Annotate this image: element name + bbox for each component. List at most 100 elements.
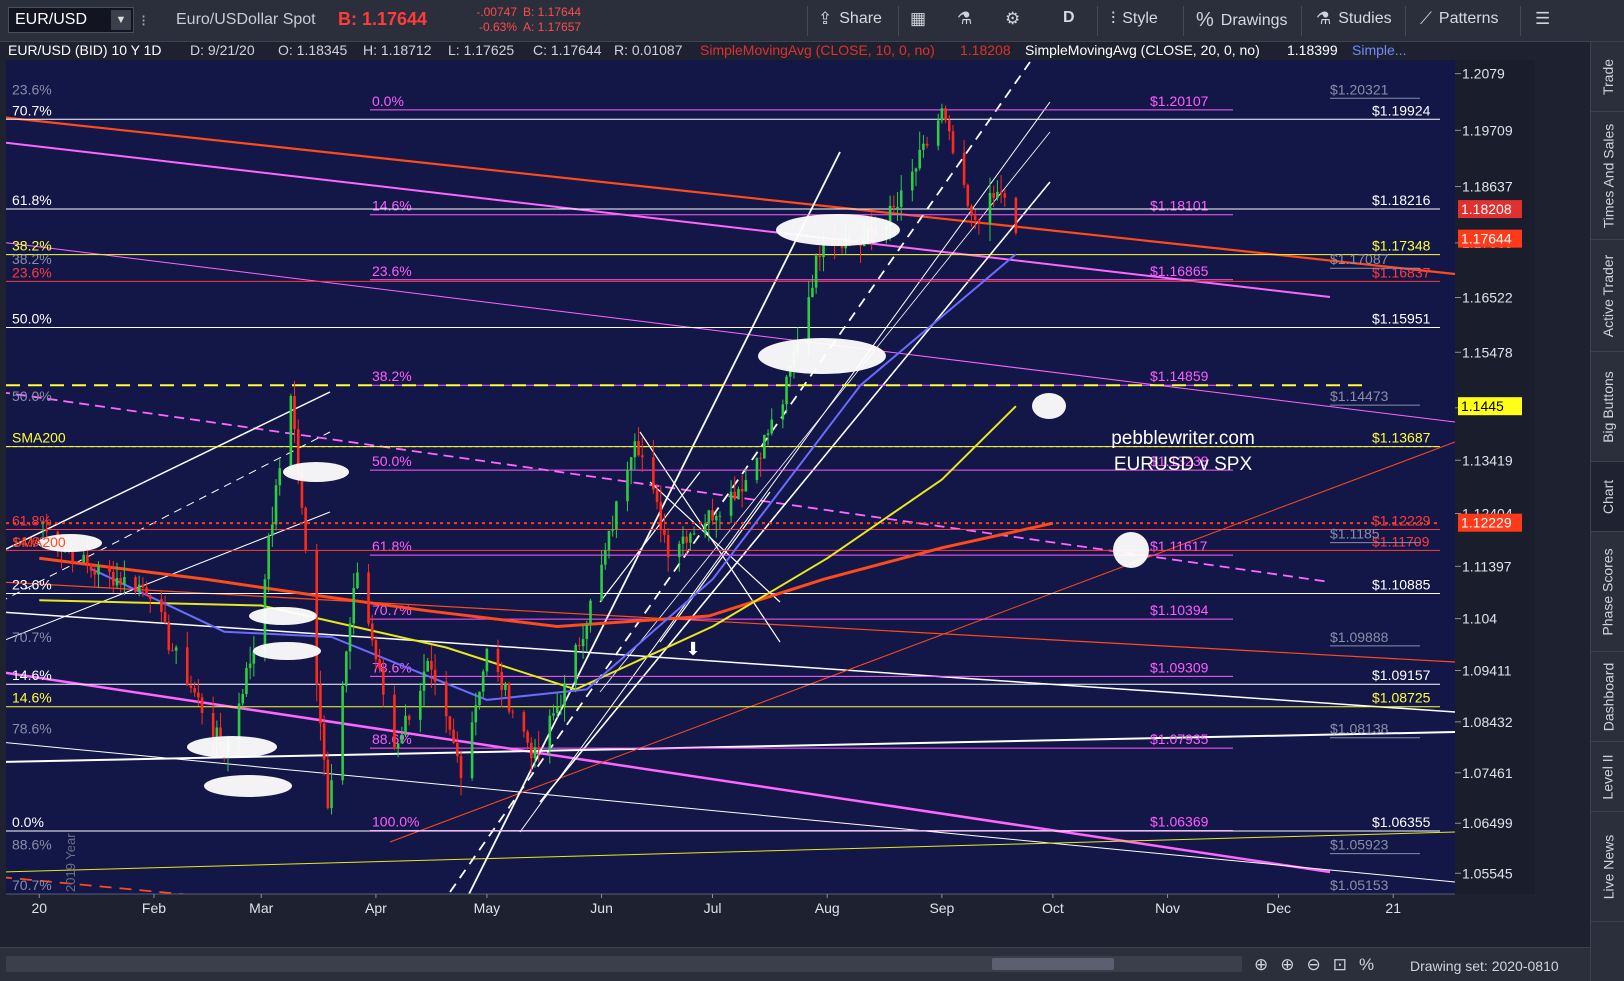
candle-body: [430, 660, 433, 670]
drawing-set-label: Drawing set: 2020-0810: [1410, 958, 1559, 974]
x-tick-label: Dec: [1266, 900, 1291, 916]
patterns-button[interactable]: ⟋ Patterns: [1420, 9, 1499, 29]
side-tab-label: Big Buttons: [1600, 370, 1617, 443]
side-tab-big-buttons[interactable]: Big Buttons: [1591, 352, 1624, 462]
candle-body: [474, 705, 478, 723]
side-tab-level-ii[interactable]: Level II: [1591, 742, 1624, 812]
divider: [1301, 6, 1302, 36]
fib-level-label: 14.6%: [372, 198, 412, 214]
candle-body: [666, 535, 670, 558]
link-icon[interactable]: ⁝: [141, 11, 146, 31]
candle-body: [807, 297, 811, 345]
symbol-selector[interactable]: EUR/USD ▼: [8, 7, 134, 33]
flask-button[interactable]: ⚗: [957, 9, 972, 29]
gray-level-price: $1.09888: [1330, 629, 1389, 645]
fib-level-price: $1.16865: [1150, 263, 1209, 279]
candle-body: [896, 206, 899, 208]
crosshair-icon[interactable]: ⊕: [1254, 955, 1268, 975]
y-tick-label: 1.15478: [1462, 344, 1513, 360]
side-tab-dashboard[interactable]: Dashboard: [1591, 652, 1624, 742]
candle-body: [89, 563, 93, 571]
candle-body: [278, 468, 282, 486]
candle-body: [655, 489, 659, 503]
price-chart[interactable]: EUR/USD (BID) 10 Y 1D D: 9/21/20 O: 1.1834…: [0, 42, 1590, 947]
horizontal-scrollbar[interactable]: [6, 956, 1242, 972]
candle-body: [345, 651, 348, 687]
gray-level-price: $1.14473: [1330, 388, 1389, 404]
gray-level-label: 88.6%: [12, 837, 52, 853]
candle-body: [563, 683, 566, 706]
header-field: EUR/USD (BID) 10 Y 1D: [8, 42, 162, 58]
candle-body: [977, 219, 981, 224]
chart-area[interactable]: EUR/USD (BID) 10 Y 1D D: 9/21/20 O: 1.1834…: [0, 42, 1590, 947]
scrollbar-thumb[interactable]: [992, 958, 1114, 970]
fib-level-price: $1.09309: [1150, 659, 1209, 675]
candle-body: [374, 640, 378, 660]
bid-small: B: 1.17644: [523, 5, 582, 19]
zoom-out-icon[interactable]: ⊖: [1307, 955, 1321, 975]
chevron-down-icon[interactable]: ▼: [111, 10, 131, 30]
zoom-controls: ⊕ ⊕ ⊖ ⊡ %: [1254, 955, 1374, 975]
side-tab-label: Live News: [1600, 834, 1616, 899]
candle-body: [703, 523, 707, 534]
candle-body: [459, 755, 463, 779]
candle-body: [988, 193, 992, 224]
candle-body: [1014, 197, 1018, 233]
candle-body: [319, 684, 322, 724]
header-field: R: 0.01087: [614, 42, 683, 58]
zoom-fit-icon[interactable]: ⊡: [1333, 955, 1347, 975]
drawings-label: Drawings: [1220, 11, 1288, 29]
x-tick-label: Jun: [590, 900, 613, 916]
candle-body: [211, 712, 215, 738]
side-tab-times-and-sales[interactable]: Times And Sales: [1591, 112, 1624, 240]
candle-body: [348, 623, 352, 652]
candle-body: [559, 705, 563, 708]
change-percent: -0.63%: [478, 20, 517, 34]
menu-button[interactable]: ☰: [1535, 9, 1550, 29]
side-tab-chart[interactable]: Chart: [1591, 462, 1624, 532]
candle-body: [999, 191, 1003, 194]
candle-body: [396, 743, 400, 749]
grid-button[interactable]: ▦: [910, 9, 926, 29]
side-tab-active-trader[interactable]: Active Trader: [1591, 240, 1624, 352]
candle-body: [718, 515, 722, 517]
style-button[interactable]: ⫶ Style: [1111, 9, 1158, 29]
side-tab-live-news[interactable]: Live News: [1591, 812, 1624, 922]
x-tick-label: Jul: [704, 900, 722, 916]
flask-icon: ⚗: [957, 9, 973, 28]
candle-body: [341, 686, 344, 781]
candle-body: [652, 457, 655, 490]
candle-body: [589, 600, 592, 625]
price-tag-label: 1.18208: [1461, 201, 1512, 217]
sma10-label: SimpleMovingAvg (CLOSE, 10, 0, no): [700, 42, 935, 58]
candle-body: [529, 742, 533, 759]
y-tick-label: 1.06499: [1462, 815, 1513, 831]
price-tag-label: 1.1445: [1461, 398, 1504, 414]
yellow-level-price: $1.13687: [1372, 430, 1431, 446]
fib-level-price: $1.14859: [1150, 368, 1209, 384]
percent-scale-icon[interactable]: %: [1359, 955, 1374, 975]
candle-body: [626, 469, 629, 502]
white-level-label: 70.7%: [12, 102, 52, 118]
patterns-icon: ⟋: [1420, 9, 1432, 28]
period-button[interactable]: D: [1063, 9, 1075, 27]
studies-button[interactable]: ⚗ Studies: [1316, 9, 1392, 29]
side-tab-trade[interactable]: Trade: [1591, 42, 1624, 112]
candle-body: [737, 488, 740, 500]
share-icon: ⇪: [818, 9, 833, 28]
zoom-in-icon[interactable]: ⊕: [1280, 955, 1294, 975]
x-tick-label: Apr: [365, 900, 387, 916]
candle-body: [504, 683, 507, 690]
settings-button[interactable]: ⚙: [1005, 9, 1020, 29]
candle-body: [818, 255, 822, 258]
candle-body: [892, 205, 896, 208]
white-level-label: 61.8%: [12, 192, 52, 208]
side-tab-phase-scores[interactable]: Phase Scores: [1591, 532, 1624, 652]
annotation-pair: EURUSD v SPX: [1114, 454, 1253, 475]
x-tick-label: Mar: [249, 900, 273, 916]
gray-level-label: 50.0%: [12, 388, 52, 404]
candle-body: [578, 644, 581, 647]
candle-body: [663, 529, 666, 536]
share-button[interactable]: ⇪ Share: [818, 9, 882, 29]
drawings-button[interactable]: % Drawings: [1196, 9, 1287, 32]
